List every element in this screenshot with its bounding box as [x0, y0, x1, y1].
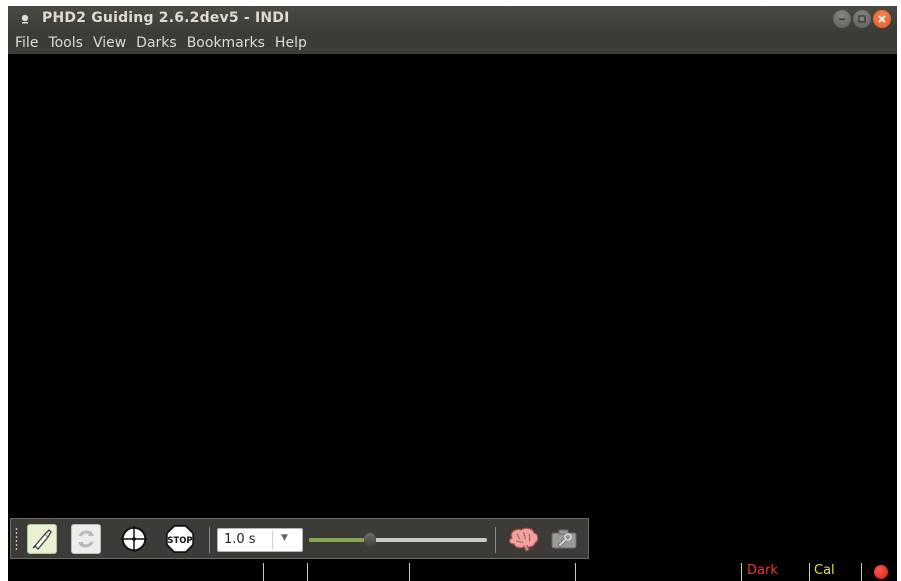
status-led-icon: [874, 565, 888, 579]
stop-label: STOP: [167, 535, 192, 545]
maximize-icon: [858, 15, 866, 23]
advanced-settings-button[interactable]: [505, 524, 541, 554]
guide-image-canvas[interactable]: [8, 54, 897, 562]
gamma-slider[interactable]: [309, 533, 487, 547]
loop-exposures-button[interactable]: [27, 524, 57, 554]
status-segment-divider: [809, 563, 810, 581]
camera-settings-button[interactable]: [547, 524, 581, 554]
status-segment-divider: [741, 563, 742, 581]
toolbar-separator: [495, 527, 496, 553]
close-button[interactable]: [873, 10, 891, 28]
menu-bookmarks[interactable]: Bookmarks: [182, 32, 270, 54]
exposure-value: 1.0 s: [224, 532, 256, 547]
slider-fill: [309, 538, 370, 542]
crosshair-icon: [120, 525, 148, 553]
window-controls: [833, 10, 891, 28]
toolbar-separator: [209, 527, 210, 553]
toolbar-grip[interactable]: [15, 527, 18, 551]
select-divider: [272, 531, 273, 549]
brain-icon: [508, 527, 539, 552]
menu-darks[interactable]: Darks: [131, 32, 182, 54]
calibration-status-label: Cal: [814, 563, 835, 578]
exposure-duration-select[interactable]: 1.0 s ▼: [217, 528, 303, 552]
menu-tools[interactable]: Tools: [43, 32, 88, 54]
window-title: PHD2 Guiding 2.6.2dev5 - INDI: [42, 10, 290, 26]
phd2-window: PHD2 Guiding 2.6.2dev5 - INDI File Tools…: [8, 6, 897, 581]
status-bar: Dark Cal: [8, 562, 897, 581]
menu-bar: File Tools View Darks Bookmarks Help: [8, 32, 897, 54]
status-segment-divider: [307, 563, 308, 581]
stop-button[interactable]: STOP: [165, 524, 195, 554]
menu-file[interactable]: File: [10, 32, 43, 54]
maximize-button[interactable]: [853, 10, 871, 28]
close-icon: [878, 15, 886, 23]
auto-select-star-button[interactable]: [71, 524, 101, 554]
title-bar[interactable]: PHD2 Guiding 2.6.2dev5 - INDI: [8, 6, 897, 32]
minimize-button[interactable]: [833, 10, 851, 28]
minimize-icon: [839, 18, 845, 20]
menu-view[interactable]: View: [88, 32, 131, 54]
chevron-down-icon: ▼: [281, 533, 288, 543]
slider-thumb[interactable]: [363, 533, 376, 547]
dark-status-label: Dark: [747, 563, 778, 578]
status-segment-divider: [575, 563, 576, 581]
main-toolbar: STOP 1.0 s ▼: [10, 518, 589, 559]
status-segment-divider: [263, 563, 264, 581]
loop-icon: [32, 529, 52, 550]
cycle-icon: [78, 530, 94, 548]
status-segment-divider: [409, 563, 410, 581]
guide-button[interactable]: [119, 524, 149, 554]
stop-icon: STOP: [166, 525, 194, 553]
menu-help[interactable]: Help: [270, 32, 312, 54]
app-icon: [21, 14, 29, 24]
status-segment-divider: [861, 563, 862, 581]
camera-settings-icon: [551, 529, 577, 549]
